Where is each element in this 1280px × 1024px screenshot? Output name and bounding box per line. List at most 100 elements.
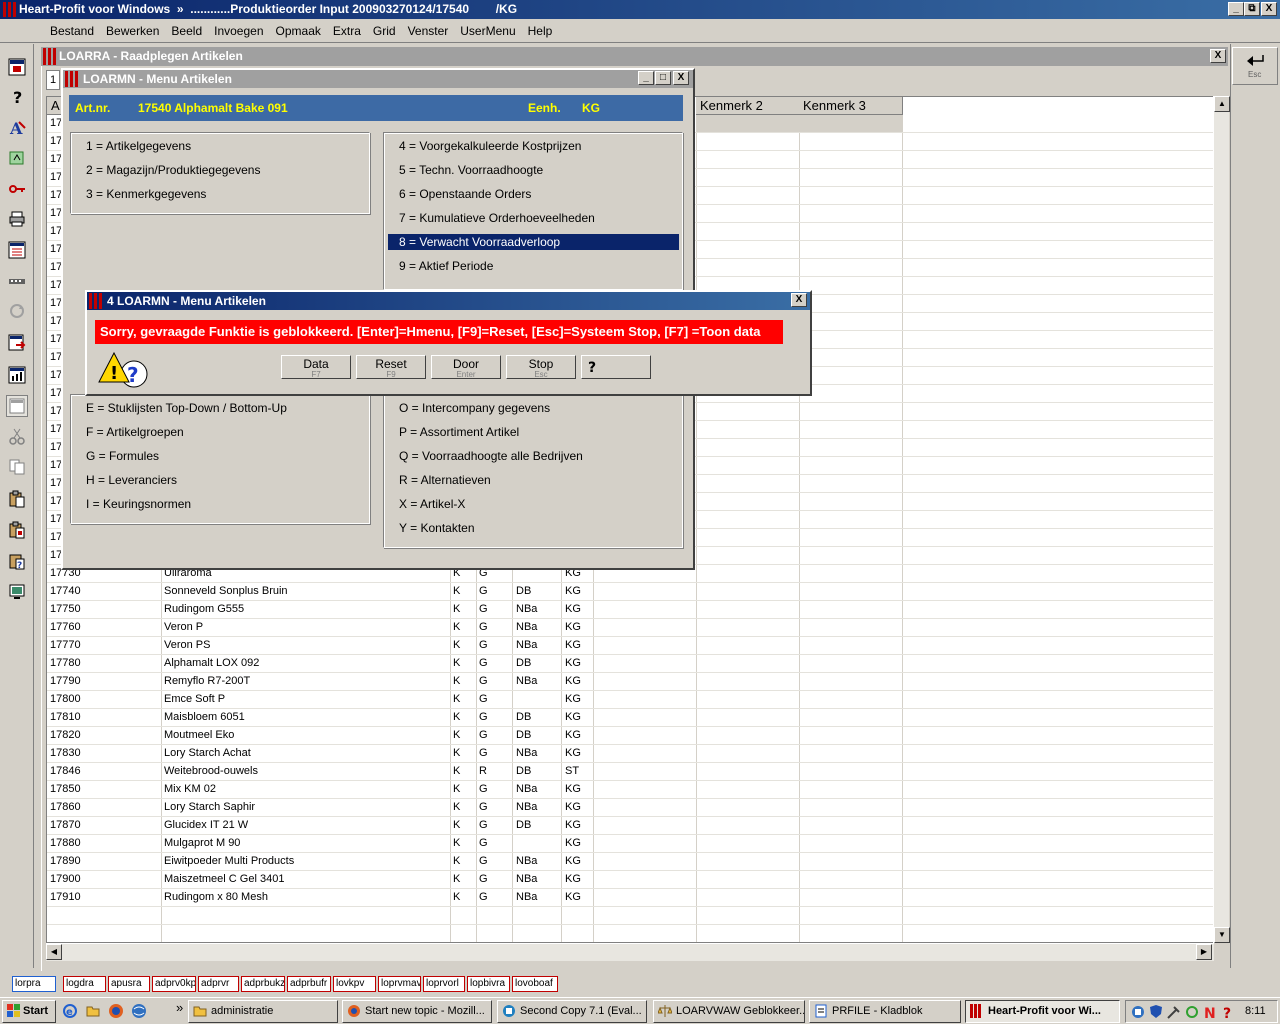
- window-tab[interactable]: loprvmav: [378, 976, 421, 992]
- task-administratie[interactable]: administratie: [188, 1000, 338, 1023]
- firefox-quicklaunch-icon[interactable]: [108, 1003, 124, 1019]
- menu-option-e[interactable]: E = Stuklijsten Top-Down / Bottom-Up: [86, 400, 287, 416]
- window-tab[interactable]: lovkpv: [333, 976, 376, 992]
- menu-option-3[interactable]: 3 = Kenmerkgegevens: [86, 186, 206, 202]
- stop-button[interactable]: Stop Esc: [506, 355, 576, 379]
- cut-icon[interactable]: [6, 425, 28, 447]
- sync-tray-icon[interactable]: [1184, 1004, 1200, 1020]
- menu-option-f[interactable]: F = Artikelgroepen: [86, 424, 184, 440]
- task-kladblok[interactable]: PRFILE - Kladblok: [809, 1000, 961, 1023]
- shield-tray-icon[interactable]: [1148, 1004, 1164, 1020]
- app-restore-button[interactable]: ⧉: [1244, 2, 1260, 16]
- window-tab[interactable]: lovoboaf: [512, 976, 558, 992]
- scroll-right-icon[interactable]: ▶: [1196, 944, 1212, 960]
- task-heart-profit[interactable]: Heart-Profit voor Wi...: [965, 1000, 1120, 1023]
- globe-quicklaunch-icon[interactable]: [131, 1003, 147, 1019]
- task-loarvwaw[interactable]: LOARVWAW Geblokkeer...: [653, 1000, 805, 1023]
- menu-minimize-button[interactable]: _: [638, 71, 654, 85]
- reset-button[interactable]: Reset F9: [356, 355, 426, 379]
- help-tray-icon[interactable]: ?: [1220, 1004, 1236, 1020]
- copy-icon[interactable]: [6, 456, 28, 478]
- menu-venster[interactable]: Venster: [402, 24, 455, 38]
- window-tab[interactable]: adprv0kp: [152, 976, 196, 992]
- menu-option-y[interactable]: Y = Kontakten: [399, 520, 475, 536]
- form-icon[interactable]: [6, 239, 28, 261]
- app-close-button[interactable]: X: [1261, 2, 1277, 16]
- window-icon[interactable]: [6, 395, 28, 417]
- window-tab[interactable]: adprbufr: [287, 976, 331, 992]
- menu-option-1[interactable]: 1 = Artikelgegevens: [86, 138, 191, 154]
- menu-option-g[interactable]: G = Formules: [86, 448, 159, 464]
- error-close-button[interactable]: X: [791, 293, 807, 307]
- monitor-icon[interactable]: [6, 581, 28, 603]
- help-button[interactable]: ?: [581, 355, 651, 379]
- door-button[interactable]: Door Enter: [431, 355, 501, 379]
- task-second-copy[interactable]: Second Copy 7.1 (Eval...: [497, 1000, 647, 1023]
- menu-option-x[interactable]: X = Artikel-X: [399, 496, 465, 512]
- export-icon[interactable]: [6, 332, 28, 354]
- menu-option-p[interactable]: P = Assortiment Artikel: [399, 424, 519, 440]
- chart-icon[interactable]: [6, 364, 28, 386]
- window-tab[interactable]: logdra: [63, 976, 106, 992]
- help-icon[interactable]: ?: [6, 86, 28, 108]
- quicklaunch-chevron[interactable]: »: [176, 1000, 183, 1015]
- task-mozilla[interactable]: Start new topic - Mozill...: [342, 1000, 492, 1023]
- loarra-tab[interactable]: 1: [46, 70, 60, 90]
- menu-option-4[interactable]: 4 = Voorgekalkuleerde Kostprijzen: [399, 138, 581, 154]
- norton-tray-icon[interactable]: N: [1202, 1004, 1218, 1020]
- menu-grid[interactable]: Grid: [367, 24, 402, 38]
- window-tab[interactable]: lopbivra: [467, 976, 510, 992]
- esc-button[interactable]: Esc: [1232, 47, 1278, 85]
- menu-extra[interactable]: Extra: [327, 24, 367, 38]
- menu-beeld[interactable]: Beeld: [165, 24, 208, 38]
- font-icon[interactable]: A: [6, 117, 28, 139]
- key-icon[interactable]: [6, 178, 28, 200]
- print-icon[interactable]: [6, 208, 28, 230]
- menu-bewerken[interactable]: Bewerken: [100, 24, 165, 38]
- menu-usermenu[interactable]: UserMenu: [454, 24, 521, 38]
- keyboard-icon[interactable]: [6, 270, 28, 292]
- menu-option-i[interactable]: I = Keuringsnormen: [86, 496, 191, 512]
- menu-option-8-selected[interactable]: 8 = Verwacht Voorraadverloop: [388, 234, 679, 250]
- window-tab[interactable]: adprbukz: [241, 976, 285, 992]
- grid-horizontal-scrollbar[interactable]: ◀ ▶: [46, 943, 1214, 961]
- window-tab[interactable]: lorpra: [12, 976, 56, 992]
- window-list-icon[interactable]: [6, 56, 28, 78]
- window-tab[interactable]: loprvorl: [423, 976, 465, 992]
- menu-maximize-button[interactable]: □: [655, 71, 671, 85]
- data-button[interactable]: Data F7: [281, 355, 351, 379]
- network-tray-icon[interactable]: [1130, 1004, 1146, 1020]
- window-tab[interactable]: adprvr: [198, 976, 239, 992]
- menu-option-9[interactable]: 9 = Aktief Periode: [399, 258, 493, 274]
- settings-icon[interactable]: ?: [6, 550, 28, 572]
- menu-option-5[interactable]: 5 = Techn. Voorraadhoogte: [399, 162, 543, 178]
- menu-close-button[interactable]: X: [673, 71, 689, 85]
- app-minimize-button[interactable]: _: [1228, 2, 1244, 16]
- menu-help[interactable]: Help: [522, 24, 559, 38]
- menu-option-6[interactable]: 6 = Openstaande Orders: [399, 186, 531, 202]
- grid-vertical-scrollbar[interactable]: ▲ ▼: [1213, 96, 1230, 943]
- loarra-close-button[interactable]: X: [1210, 49, 1226, 63]
- menu-option-o[interactable]: O = Intercompany gegevens: [399, 400, 550, 416]
- menu-option-7[interactable]: 7 = Kumulatieve Orderhoeveelheden: [399, 210, 595, 226]
- menu-option-q[interactable]: Q = Voorraadhoogte alle Bedrijven: [399, 448, 583, 464]
- scroll-down-icon[interactable]: ▼: [1214, 927, 1230, 943]
- menu-bestand[interactable]: Bestand: [44, 24, 100, 38]
- menu-option-h[interactable]: H = Leveranciers: [86, 472, 177, 488]
- scroll-left-icon[interactable]: ◀: [46, 944, 62, 960]
- grid-header-kenmerk-3[interactable]: Kenmerk 3: [799, 97, 903, 115]
- menu-option-2[interactable]: 2 = Magazijn/Produktiegegevens: [86, 162, 260, 178]
- window-tab[interactable]: apusra: [108, 976, 150, 992]
- scroll-up-icon[interactable]: ▲: [1214, 96, 1230, 112]
- start-button[interactable]: Start: [2, 1000, 56, 1023]
- menu-opmaak[interactable]: Opmaak: [270, 24, 327, 38]
- grid-header-kenmerk-2[interactable]: Kenmerk 2: [696, 97, 800, 115]
- folder-quicklaunch-icon[interactable]: [85, 1003, 101, 1019]
- import-icon[interactable]: [6, 147, 28, 169]
- paste-special-icon[interactable]: [6, 519, 28, 541]
- menu-invoegen[interactable]: Invoegen: [208, 24, 269, 38]
- paste-icon[interactable]: [6, 488, 28, 510]
- menu-option-r[interactable]: R = Alternatieven: [399, 472, 491, 488]
- ie-quicklaunch-icon[interactable]: e: [62, 1003, 78, 1019]
- refresh-icon[interactable]: [6, 300, 28, 322]
